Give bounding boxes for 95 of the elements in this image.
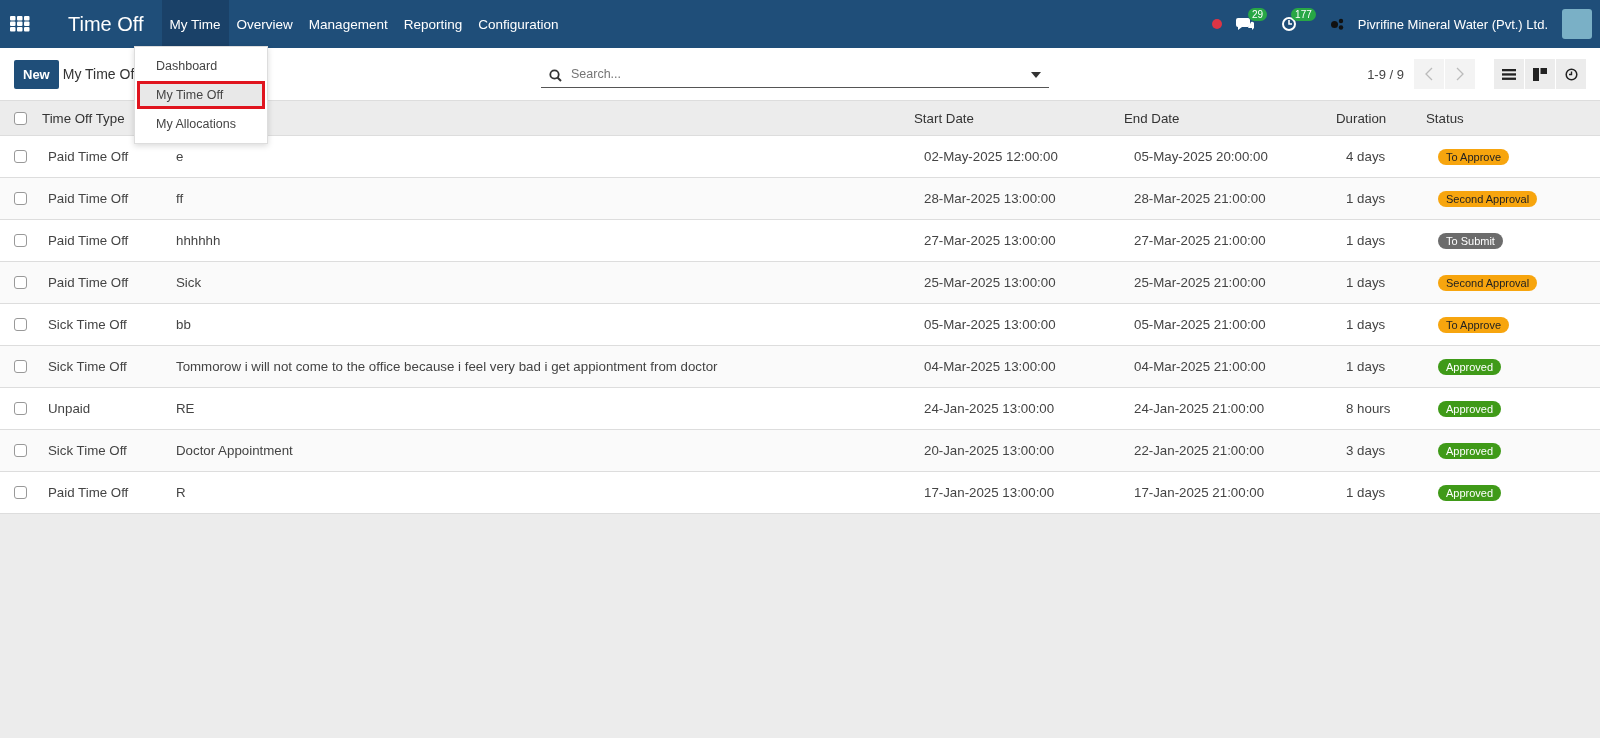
- table-cell-text: Sick Time Off: [47, 443, 128, 458]
- table-cell-text: 1 days: [1345, 275, 1387, 290]
- table-cell-text: Sick Time Off: [47, 317, 128, 332]
- table-cell-text: Paid Time Off: [47, 191, 130, 206]
- row-checkbox[interactable]: [14, 486, 27, 499]
- row-checkbox[interactable]: [14, 234, 27, 247]
- table-cell-text: ff: [175, 191, 185, 206]
- row-checkbox[interactable]: [14, 318, 27, 331]
- table-cell-text: 24-Jan-2025 13:00:00: [923, 401, 1056, 416]
- table-cell-text: 1 days: [1345, 233, 1387, 248]
- table-cell-text: Doctor Appointment: [175, 443, 294, 458]
- menu-item[interactable]: My Time: [161, 0, 229, 48]
- table-cell-text: Sick: [175, 275, 203, 290]
- row-checkbox[interactable]: [14, 192, 27, 205]
- table-cell-text: 04-Mar-2025 13:00:00: [923, 359, 1057, 374]
- status-badge: To Approve: [1438, 316, 1510, 333]
- table-cell-text: 4 days: [1345, 149, 1387, 164]
- table-cell-text: hhhhhh: [175, 233, 222, 248]
- caret-icon[interactable]: [1031, 71, 1041, 78]
- status-badge: Approved: [1438, 400, 1502, 417]
- status-badge: To Submit: [1438, 232, 1503, 249]
- pager-value[interactable]: 1-9 / 9: [1367, 66, 1404, 82]
- table-cell-text: 05-Mar-2025 21:00:00: [1133, 317, 1267, 332]
- table-cell-text: 27-Mar-2025 21:00:00: [1133, 233, 1267, 248]
- column-header[interactable]: Status: [1426, 110, 1600, 126]
- new-button[interactable]: New: [14, 59, 59, 89]
- table-cell-text: 17-Jan-2025 13:00:00: [923, 485, 1056, 500]
- table-cell-text: 25-Mar-2025 13:00:00: [923, 275, 1057, 290]
- table-cell-text: 27-Mar-2025 13:00:00: [923, 233, 1057, 248]
- table-cell-text: Unpaid: [47, 401, 92, 416]
- menu-item[interactable]: Configuration: [470, 0, 567, 48]
- table-cell-text: Paid Time Off: [47, 485, 130, 500]
- company-name[interactable]: Pivrifine Mineral Water (Pvt.) Ltd.: [1357, 16, 1548, 32]
- table-cell-text: RE: [175, 401, 196, 416]
- menu-item[interactable]: Management: [300, 0, 396, 48]
- status-badge: Approved: [1438, 358, 1502, 375]
- apps-grid-icon[interactable]: [10, 16, 30, 32]
- list-icon: [1502, 68, 1516, 80]
- table-cell-text: 3 days: [1345, 443, 1387, 458]
- dropdown-item[interactable]: My Allocations: [137, 110, 265, 138]
- status-badge: To Approve: [1438, 148, 1510, 165]
- clock-icon[interactable]: [1281, 16, 1298, 32]
- table-cell-text: 05-May-2025 20:00:00: [1133, 149, 1269, 164]
- status-badge: Second Approval: [1438, 190, 1538, 207]
- kanban-icon: [1533, 67, 1547, 81]
- status-badge: Approved: [1438, 442, 1502, 459]
- table-cell-text: 17-Jan-2025 21:00:00: [1133, 485, 1266, 500]
- dropdown-item[interactable]: My Time Off: [137, 81, 265, 109]
- table-cell-text: 05-Mar-2025 13:00:00: [923, 317, 1057, 332]
- chat-icon[interactable]: [1235, 16, 1254, 32]
- table-cell-text: Paid Time Off: [47, 149, 130, 164]
- chevron-right-icon: [1456, 67, 1464, 81]
- select-all-checkbox[interactable]: [14, 111, 27, 125]
- table-cell-text: 28-Mar-2025 13:00:00: [923, 191, 1057, 206]
- table-cell-text: 20-Jan-2025 13:00:00: [923, 443, 1056, 458]
- table-cell-text: 1 days: [1345, 317, 1387, 332]
- search-icon: [549, 68, 562, 82]
- dropdown-item[interactable]: Dashboard: [137, 52, 265, 80]
- row-checkbox[interactable]: [14, 402, 27, 415]
- table-cell-text: 25-Mar-2025 21:00:00: [1133, 275, 1267, 290]
- table-cell-text: 04-Mar-2025 21:00:00: [1133, 359, 1267, 374]
- table-cell-text: 28-Mar-2025 21:00:00: [1133, 191, 1267, 206]
- table-cell-text: 02-May-2025 12:00:00: [923, 149, 1059, 164]
- message-count-badge: 29: [1247, 8, 1268, 21]
- search-field[interactable]: Search...: [541, 60, 1049, 88]
- status-badge: Approved: [1438, 484, 1502, 501]
- row-checkbox[interactable]: [14, 150, 27, 163]
- table-cell-text: bb: [175, 317, 192, 332]
- status-dot-icon: [1211, 19, 1222, 29]
- app-title[interactable]: Time Off: [60, 12, 152, 36]
- chevron-left-icon: [1425, 67, 1433, 81]
- table-cell-text: Sick Time Off: [47, 359, 128, 374]
- table-cell-text: Paid Time Off: [47, 233, 130, 248]
- table-cell-text: 1 days: [1345, 485, 1387, 500]
- table-cell-text: Paid Time Off: [47, 275, 130, 290]
- table-cell-text: 1 days: [1345, 359, 1387, 374]
- breadcrumb: My Time Of: [62, 66, 135, 82]
- row-checkbox[interactable]: [14, 276, 27, 289]
- table-cell-text: 22-Jan-2025 21:00:00: [1133, 443, 1266, 458]
- activity-view-button[interactable]: [1556, 59, 1586, 89]
- table-cell-text: e: [175, 149, 185, 164]
- table-cell-text: 1 days: [1345, 191, 1387, 206]
- status-badge: Second Approval: [1438, 274, 1538, 291]
- activity-count-badge: 177: [1291, 8, 1316, 21]
- row-checkbox[interactable]: [14, 444, 27, 457]
- menu-item[interactable]: Reporting: [395, 0, 471, 48]
- table-cell-text: 24-Jan-2025 21:00:00: [1133, 401, 1266, 416]
- table-cell-text: R: [175, 485, 187, 500]
- list-view-button[interactable]: [1494, 59, 1524, 89]
- table-cell-text: 8 hours: [1345, 401, 1392, 416]
- menu-item[interactable]: Overview: [228, 0, 301, 48]
- clock-icon: [1564, 67, 1578, 81]
- table-cell-text: Tommorow i will not come to the office because i feel very bad i get appiontment from doctor: [175, 359, 719, 374]
- row-checkbox[interactable]: [14, 360, 27, 373]
- kanban-view-button[interactable]: [1525, 59, 1555, 89]
